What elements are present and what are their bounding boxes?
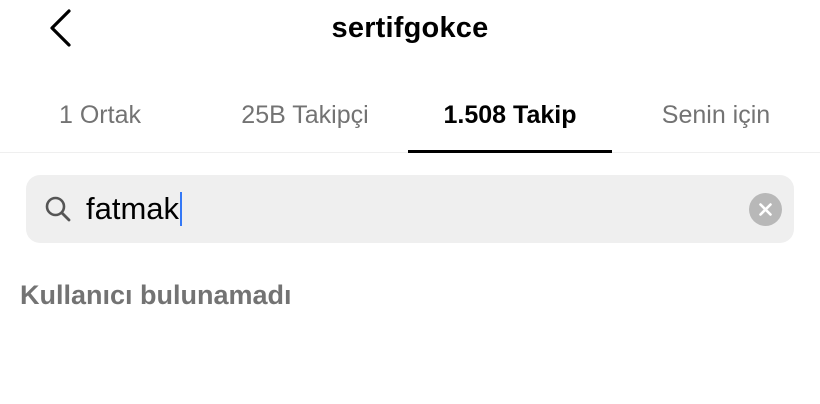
page-title: sertifgokce: [331, 12, 489, 44]
search-input-value: fatmak: [86, 191, 180, 226]
empty-state-message: Kullanıcı bulunamadı: [20, 280, 292, 310]
text-caret: [180, 192, 183, 226]
clear-icon: [759, 203, 772, 216]
clear-search-button[interactable]: [749, 193, 782, 226]
tab-for-you[interactable]: Senin için: [630, 78, 802, 153]
tab-bar: 1 Ortak 25B Takipçi 1.508 Takip Senin iç…: [0, 78, 820, 153]
search-icon: [45, 196, 71, 222]
tab-mutual[interactable]: 1 Ortak: [20, 78, 180, 153]
search-input[interactable]: fatmak: [86, 189, 686, 229]
tab-following[interactable]: 1.508 Takip: [408, 78, 612, 153]
search-bar[interactable]: fatmak: [26, 175, 794, 243]
following-screen: sertifgokce 1 Ortak 25B Takipçi 1.508 Ta…: [0, 0, 820, 404]
tab-followers[interactable]: 25B Takipçi: [210, 78, 400, 153]
active-tab-indicator: [408, 150, 612, 153]
